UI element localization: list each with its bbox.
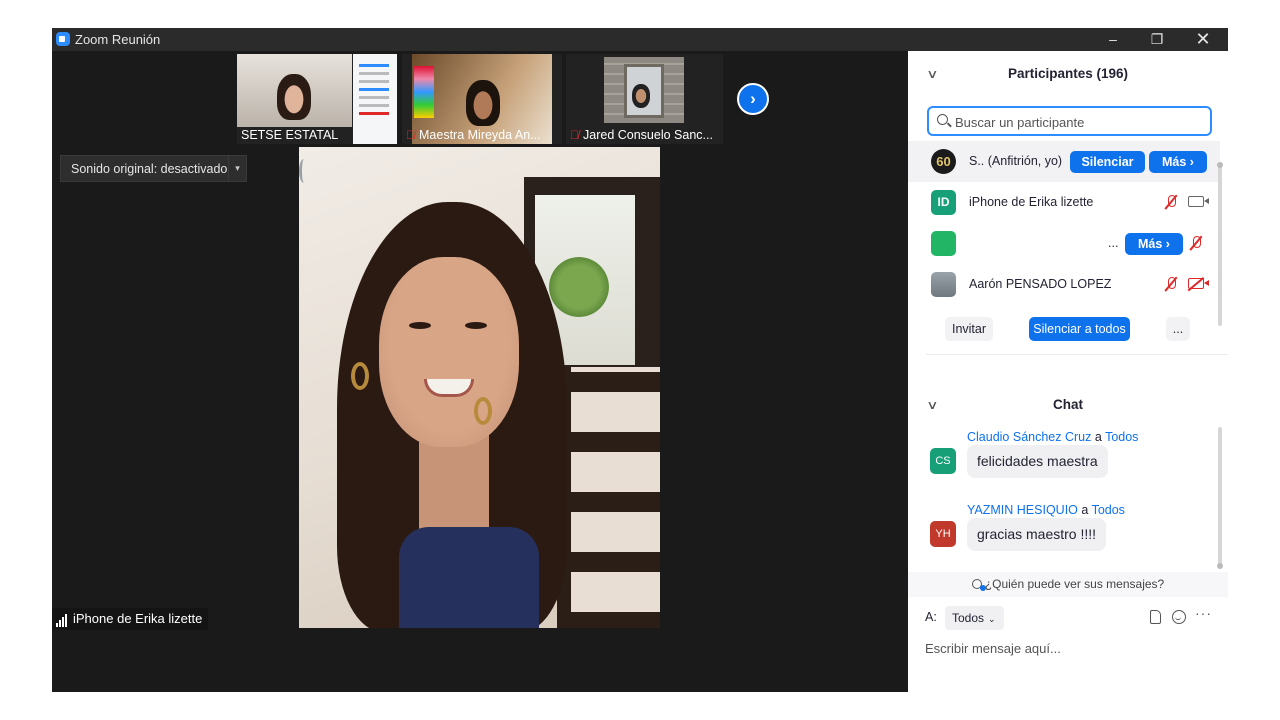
- avatar: 60: [931, 149, 956, 174]
- title-bar: Zoom Reunión – ❐ ✕: [52, 28, 1228, 51]
- thumbnail-label: 🎙̸ Jared Consuelo Sanc...: [570, 128, 713, 142]
- thumbnail-label: 🎙̸ Maestra Mireyda An...: [406, 128, 541, 142]
- who-can-see-messages[interactable]: ¿Quién puede ver sus mensajes?: [908, 572, 1228, 597]
- recipient-prefix: a: [1081, 503, 1089, 517]
- recipient-name[interactable]: Todos: [1092, 503, 1125, 517]
- chat-message-input[interactable]: [925, 638, 1215, 658]
- mic-muted-icon: 🎙̸: [570, 128, 579, 142]
- mic-muted-icon[interactable]: [1163, 276, 1179, 292]
- mic-muted-icon[interactable]: [1188, 235, 1204, 251]
- original-sound-toggle[interactable]: Sonido original: desactivado ▾: [60, 155, 247, 182]
- speaker-earring: [351, 362, 369, 390]
- avatar: YH: [930, 521, 956, 547]
- chat-message: felicidades maestra: [967, 445, 1108, 478]
- divider: [926, 354, 1228, 355]
- file-icon[interactable]: [1150, 610, 1161, 624]
- chat-title: Chat: [1053, 397, 1083, 412]
- video-thumbnail[interactable]: 🎙̸ Jared Consuelo Sanc...: [566, 54, 723, 144]
- speaker-name: iPhone de Erika lizette: [73, 611, 203, 626]
- mute-participant-button[interactable]: Silenciar: [1070, 151, 1145, 173]
- recipient-value: Todos: [952, 611, 985, 625]
- more-options-button[interactable]: ...: [1166, 317, 1190, 341]
- more-icon[interactable]: ···: [1195, 605, 1212, 621]
- participant-row[interactable]: ID iPhone de Erika lizette: [908, 182, 1220, 223]
- active-speaker-video: [299, 147, 660, 628]
- participant-search[interactable]: [927, 106, 1212, 136]
- chevron-down-icon: ⌄: [988, 614, 996, 624]
- thumbnail-name: SETSE ESTATAL: [241, 128, 339, 142]
- maximize-button[interactable]: ❐: [1134, 28, 1180, 51]
- participant-row[interactable]: Aarón PENSADO LOPEZ: [908, 264, 1220, 305]
- avatar: [931, 231, 956, 256]
- avatar: [931, 272, 956, 297]
- original-sound-label: Sonido original: desactivado: [71, 162, 228, 176]
- chat-message: gracias maestro !!!!: [967, 518, 1107, 551]
- emoji-icon[interactable]: [1172, 610, 1186, 624]
- recipient-label: A:: [925, 610, 937, 624]
- window-title: Zoom Reunión: [75, 32, 161, 47]
- speaker-earring: [474, 397, 492, 425]
- zoom-window: Zoom Reunión – ❐ ✕ SETSE ESTATAL 🎙̸ Maest…: [52, 28, 1228, 692]
- avatar: ID: [931, 190, 956, 215]
- recipient-name[interactable]: Todos: [1105, 430, 1138, 444]
- invite-button[interactable]: Invitar: [945, 317, 993, 341]
- more-button[interactable]: Más ›: [1125, 233, 1183, 255]
- mic-muted-icon: 🎙̸: [406, 128, 415, 142]
- participant-face: [466, 80, 500, 126]
- video-area: SETSE ESTATAL 🎙̸ Maestra Mireyda An... 🎙̸…: [52, 51, 908, 692]
- speaker-name-tag: iPhone de Erika lizette: [52, 608, 209, 630]
- shared-screen-image: [353, 54, 397, 144]
- avatar: CS: [930, 448, 956, 474]
- thumbnail-name: Jared Consuelo Sanc...: [583, 128, 713, 142]
- sender-name[interactable]: YAZMIN HESIQUIO: [967, 503, 1078, 517]
- person-icon: [971, 579, 986, 591]
- participants-scrollbar[interactable]: [1217, 162, 1223, 326]
- chair-back: [557, 367, 660, 628]
- speaker-face: [379, 257, 519, 447]
- participant-name: S.. (Anfitrión, yo): [969, 154, 1063, 168]
- video-off-icon[interactable]: [1188, 278, 1209, 289]
- participants-header: ∨ Participantes (196): [908, 51, 1228, 95]
- participant-name: iPhone de Erika lizette: [969, 195, 1094, 209]
- zoom-logo-icon: [56, 32, 70, 46]
- close-button[interactable]: ✕: [1180, 28, 1226, 51]
- painting-tree: [549, 257, 609, 317]
- speaker-eye: [465, 322, 487, 329]
- mic-muted-icon[interactable]: [1163, 194, 1179, 210]
- recipient-select[interactable]: Todos ⌄: [945, 606, 1004, 630]
- video-thumbnail[interactable]: SETSE ESTATAL: [237, 54, 397, 144]
- search-icon: [937, 114, 948, 125]
- participant-video: [277, 74, 311, 120]
- message-sender[interactable]: Claudio Sánchez Cruz a Todos: [967, 430, 1138, 444]
- chat-scrollbar[interactable]: [1217, 427, 1223, 569]
- participant-row[interactable]: 60 S.. (Anfitrión, yo) Silenciar Más ›: [908, 141, 1220, 182]
- signal-strength-icon: [56, 612, 68, 627]
- video-camera-icon[interactable]: [1188, 196, 1209, 207]
- participant-name: ...: [1108, 236, 1119, 250]
- video-thumbnail[interactable]: 🎙̸ Maestra Mireyda An...: [402, 54, 562, 144]
- participants-title: Participantes (196): [1007, 66, 1129, 81]
- loading-spinner-icon: [299, 159, 309, 183]
- participant-face: [632, 84, 650, 108]
- thumbnail-name: Maestra Mireyda An...: [419, 128, 541, 142]
- who-can-see-text[interactable]: ¿Quién puede ver sus mensajes?: [985, 577, 1164, 591]
- recipient-prefix: a: [1094, 430, 1102, 444]
- next-page-button[interactable]: ›: [737, 83, 769, 115]
- speaker-shirt: [399, 527, 539, 628]
- background-art: [414, 66, 434, 118]
- chevron-down-icon[interactable]: ▾: [228, 156, 246, 181]
- sender-name[interactable]: Claudio Sánchez Cruz: [967, 430, 1091, 444]
- speaker-eye: [409, 322, 431, 329]
- mute-all-button[interactable]: Silenciar a todos: [1029, 317, 1130, 341]
- participant-row[interactable]: ... Más ›: [908, 223, 1220, 264]
- participant-name: Aarón PENSADO LOPEZ: [969, 277, 1112, 291]
- minimize-button[interactable]: –: [1090, 28, 1136, 51]
- search-input[interactable]: [955, 112, 1205, 132]
- message-sender[interactable]: YAZMIN HESIQUIO a Todos: [967, 503, 1125, 517]
- side-panel: ∨ Participantes (196) 60 S.. (Anfitrión,…: [908, 51, 1228, 692]
- more-button[interactable]: Más ›: [1149, 151, 1207, 173]
